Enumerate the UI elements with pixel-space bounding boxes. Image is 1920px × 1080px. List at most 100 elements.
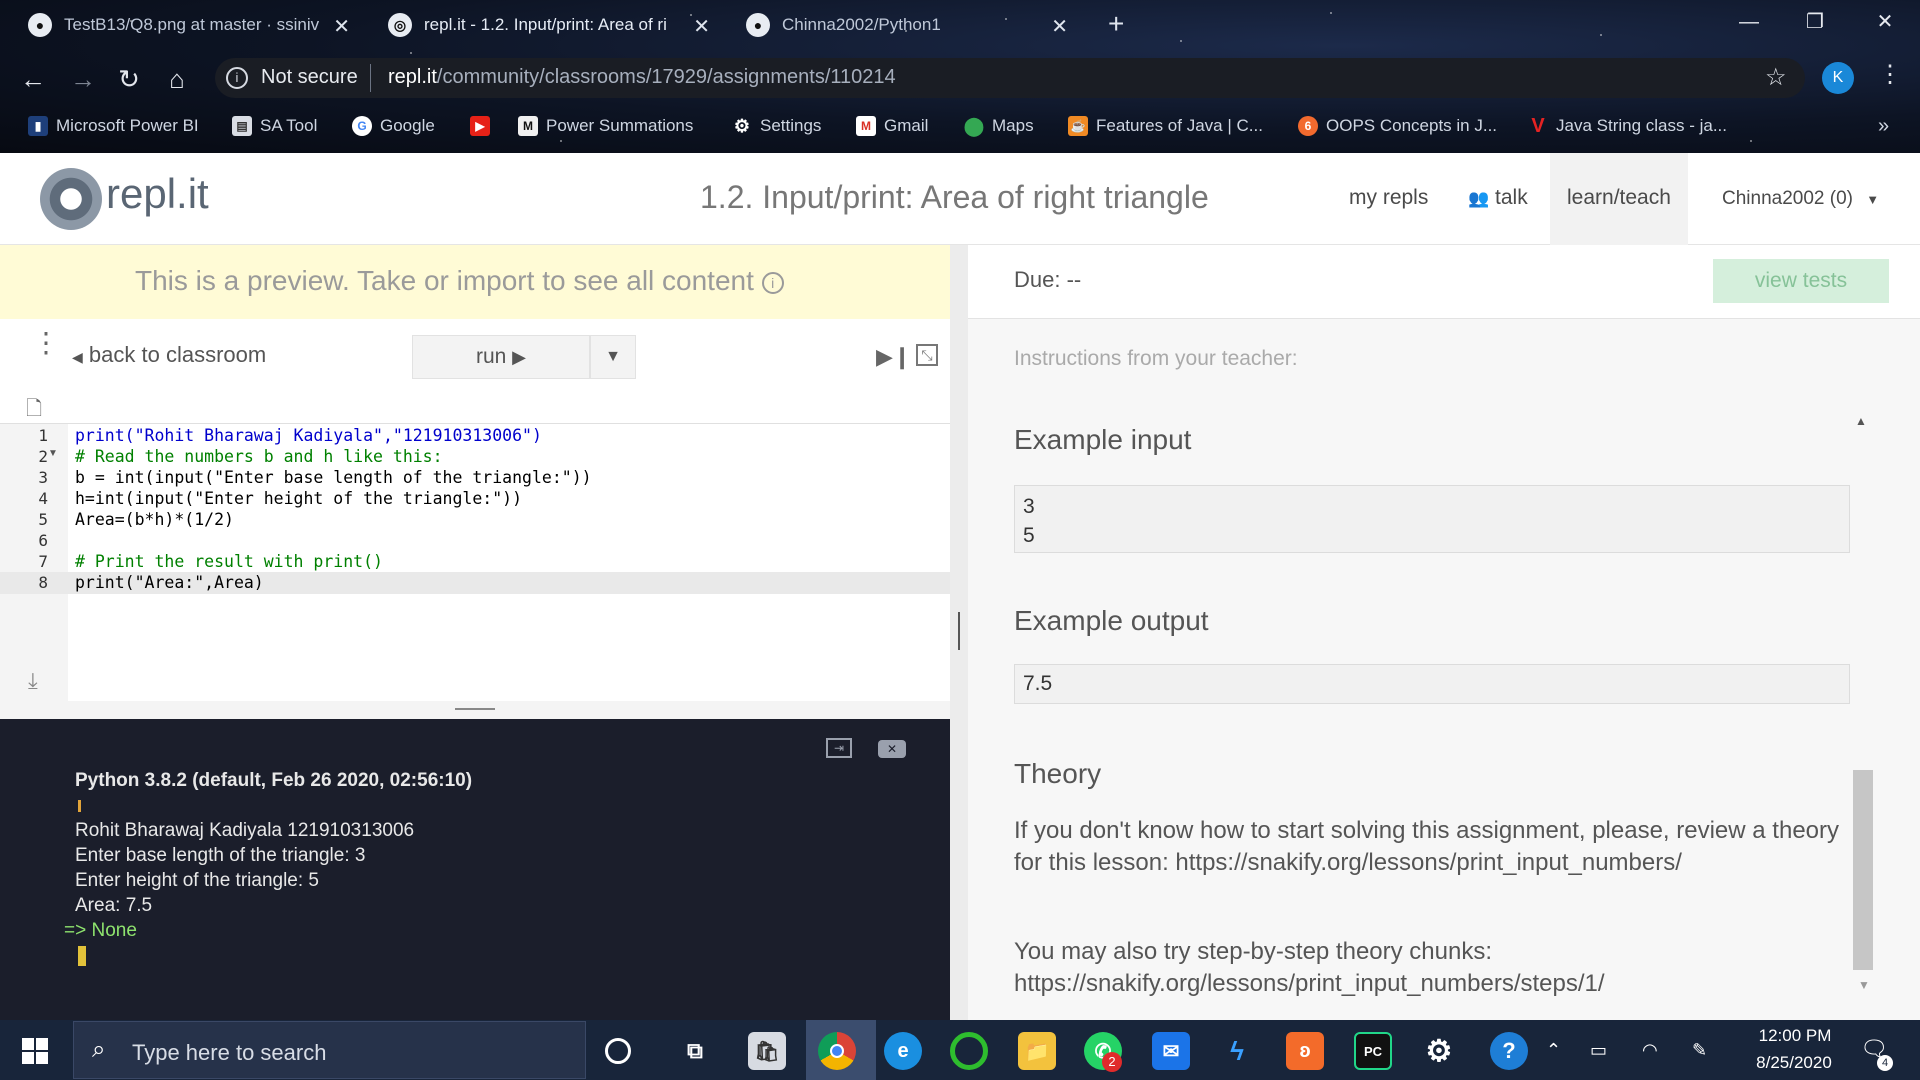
search-icon: ⌕ — [92, 1036, 106, 1063]
sync-icon[interactable] — [950, 1032, 988, 1070]
clock-time[interactable]: 12:00 PM — [1750, 1026, 1840, 1046]
close-icon[interactable]: ✕ — [1051, 14, 1068, 39]
bookmark-features-java[interactable]: ☕ Features of Java | C... — [1068, 113, 1263, 139]
step-forward-icon[interactable]: ▶❙ — [876, 344, 911, 370]
new-file-icon[interactable]: 🗋 — [26, 394, 42, 428]
pycharm-icon[interactable]: PC — [1354, 1032, 1392, 1070]
console-cursor — [78, 946, 86, 966]
theory-paragraph-2: You may also try step-by-step theory chu… — [1014, 938, 1605, 997]
bookmark-power-summations[interactable]: M Power Summations — [518, 113, 693, 139]
menu-icon[interactable]: ⋮ — [1878, 60, 1902, 89]
minimize-button[interactable]: — — [1724, 4, 1774, 40]
due-label: Due: -- — [1014, 267, 1082, 292]
bookmark-settings[interactable]: ⚙ Settings — [732, 113, 822, 139]
xampp-icon[interactable]: ʚ — [1286, 1032, 1324, 1070]
user-menu[interactable]: Chinna2002 (0) ▼ — [1722, 188, 1879, 210]
profile-avatar[interactable]: K — [1822, 62, 1854, 94]
fold-icon[interactable]: ▼ — [48, 448, 58, 459]
mail-icon[interactable]: ✉ — [1152, 1032, 1190, 1070]
security-label: Not secure — [261, 66, 358, 88]
download-icon[interactable]: ⤓ — [28, 668, 38, 694]
line-number: 7 — [38, 552, 48, 571]
assignment-title: 1.2. Input/print: Area of right triangle — [700, 179, 1209, 215]
bookmark-java-string[interactable]: V Java String class - ja... — [1528, 113, 1727, 139]
url-text[interactable]: repl.it/community/classrooms/17929/assig… — [388, 66, 896, 89]
bookmark-label: Gmail — [884, 116, 929, 135]
battery-icon[interactable]: ▭ — [1590, 1040, 1607, 1061]
bookmark-label: Maps — [992, 116, 1034, 135]
tab-github-testb13[interactable]: ● TestB13/Q8.png at master · ssiniv ✕ — [28, 6, 358, 44]
clear-console-icon[interactable]: ✕ — [878, 740, 906, 758]
pen-icon[interactable]: ✎ — [1692, 1040, 1707, 1061]
bookmark-sa-tool[interactable]: ▤ SA Tool — [232, 113, 317, 139]
reload-button[interactable]: ↻ — [112, 62, 146, 96]
file-explorer-icon[interactable]: 📁 — [1018, 1032, 1056, 1070]
info-icon[interactable]: i — [761, 271, 784, 294]
cortana-icon[interactable] — [605, 1038, 631, 1064]
nav-my-repls[interactable]: my repls — [1349, 186, 1428, 210]
pane-splitter[interactable] — [0, 701, 950, 719]
doc-icon: ▤ — [232, 116, 252, 136]
forward-button[interactable]: → — [66, 62, 100, 96]
close-icon[interactable]: ✕ — [333, 14, 350, 39]
m-icon: M — [518, 116, 538, 136]
tab-github-python1[interactable]: ● Chinna2002/Python1 ✕ — [746, 6, 1076, 44]
close-window-button[interactable]: ✕ — [1860, 4, 1910, 40]
home-icon[interactable]: ⌂ — [160, 62, 194, 96]
star-icon[interactable]: ☆ — [1765, 63, 1787, 92]
view-tests-button[interactable]: view tests — [1713, 259, 1889, 303]
clock-date[interactable]: 8/25/2020 — [1742, 1053, 1846, 1073]
scroll-up-icon[interactable]: ▲ — [1855, 414, 1867, 428]
bookmark-gmail[interactable]: M Gmail — [856, 113, 928, 139]
bookmark-youtube[interactable]: ▶ — [470, 113, 498, 139]
divider-handle[interactable] — [958, 612, 960, 650]
run-button[interactable]: run ▶ — [412, 335, 590, 379]
chevron-up-icon[interactable]: ⌃ — [1546, 1040, 1561, 1061]
github-icon: ● — [28, 13, 52, 37]
nav-learn-teach[interactable]: learn/teach — [1567, 186, 1671, 210]
tab-replit-active[interactable]: ◎ repl.it - 1.2. Input/print: Area of ri… — [388, 6, 718, 44]
bookmark-label: SA Tool — [260, 116, 318, 135]
people-icon: 👥 — [1468, 189, 1490, 208]
close-icon[interactable]: ✕ — [693, 14, 710, 39]
collapse-icon[interactable]: ⤡ — [916, 344, 938, 366]
address-divider — [370, 64, 371, 92]
wifi-icon[interactable]: ◠ — [1642, 1040, 1658, 1061]
splitter-handle[interactable] — [455, 708, 495, 710]
code-line-2: # Read the numbers b and h like this: — [75, 447, 443, 466]
replit-logo-icon[interactable] — [40, 168, 102, 230]
run-dropdown[interactable]: ▼ — [590, 335, 636, 379]
bookmark-maps[interactable]: ⬤ Maps — [964, 113, 1034, 139]
help-icon[interactable]: ? — [1490, 1032, 1528, 1070]
windows-start-icon[interactable] — [22, 1038, 48, 1064]
back-button[interactable]: ← — [16, 62, 50, 96]
more-options-icon[interactable]: ⋮ — [32, 329, 60, 357]
store-icon[interactable]: 🛍 — [748, 1032, 786, 1070]
new-tab-button[interactable]: + — [1108, 8, 1124, 40]
settings-gear-icon[interactable]: ⚙ — [1420, 1032, 1458, 1070]
url-domain: repl.it — [388, 66, 437, 88]
back-to-classroom-link[interactable]: ◀ back to classroom — [72, 342, 266, 368]
java-icon: ☕ — [1068, 116, 1088, 136]
line-number: 4 — [38, 489, 48, 508]
example-output-title: Example output — [1014, 605, 1209, 636]
example-output-box: 7.5 — [1014, 664, 1850, 704]
task-view-icon[interactable]: ⧉ — [676, 1032, 714, 1070]
oops-icon: 6 — [1298, 116, 1318, 136]
vscode-icon[interactable]: ϟ — [1218, 1032, 1256, 1070]
edge-icon[interactable]: e — [884, 1032, 922, 1070]
expand-console-icon[interactable]: ⇥ — [826, 738, 852, 758]
bookmark-google[interactable]: G Google — [352, 113, 435, 139]
more-bookmarks-button[interactable]: » — [1878, 113, 1889, 139]
restore-button[interactable]: ❐ — [1790, 4, 1840, 40]
caret-left-icon: ◀ — [72, 349, 83, 365]
v-icon: V — [1531, 114, 1545, 137]
code-line-5: Area=(b*h)*(1/2) — [75, 510, 234, 529]
chrome-icon[interactable] — [818, 1032, 856, 1070]
bookmark-power-bi[interactable]: ▮ Microsoft Power BI — [28, 113, 199, 139]
code-line-8: print("Area:",Area) — [75, 573, 264, 592]
bookmark-oops-concepts[interactable]: 6 OOPS Concepts in J... — [1298, 113, 1497, 139]
info-icon[interactable]: i — [226, 67, 248, 89]
replit-logo-text[interactable]: repl.it — [106, 170, 209, 218]
nav-talk[interactable]: 👥 talk — [1468, 186, 1528, 210]
